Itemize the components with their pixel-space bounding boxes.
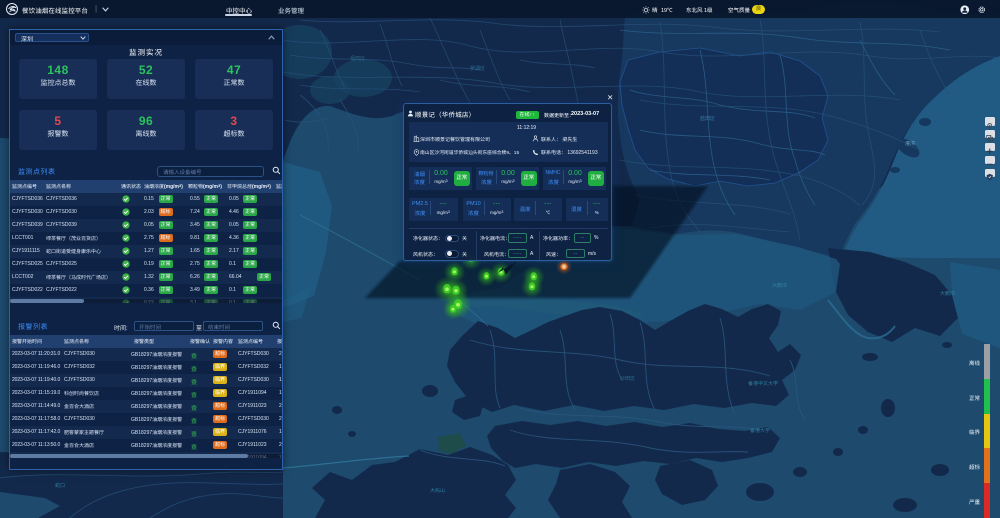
svg-text:香港大学: 香港大学 <box>750 427 770 434</box>
svg-text:沙田区: 沙田区 <box>620 375 635 382</box>
svg-text:香港中文大学: 香港中文大学 <box>748 380 778 387</box>
svg-text:大鹏湾: 大鹏湾 <box>940 290 955 297</box>
svg-text:蛇口: 蛇口 <box>55 482 65 489</box>
svg-text:大鹏湾: 大鹏湾 <box>772 282 787 289</box>
svg-text:盐田区: 盐田区 <box>700 115 715 122</box>
svg-text:港湾: 港湾 <box>905 140 915 147</box>
svg-text:大屿山: 大屿山 <box>430 487 445 494</box>
svg-text:福田区: 福田区 <box>350 55 365 62</box>
svg-text:罗湖区: 罗湖区 <box>470 65 485 72</box>
